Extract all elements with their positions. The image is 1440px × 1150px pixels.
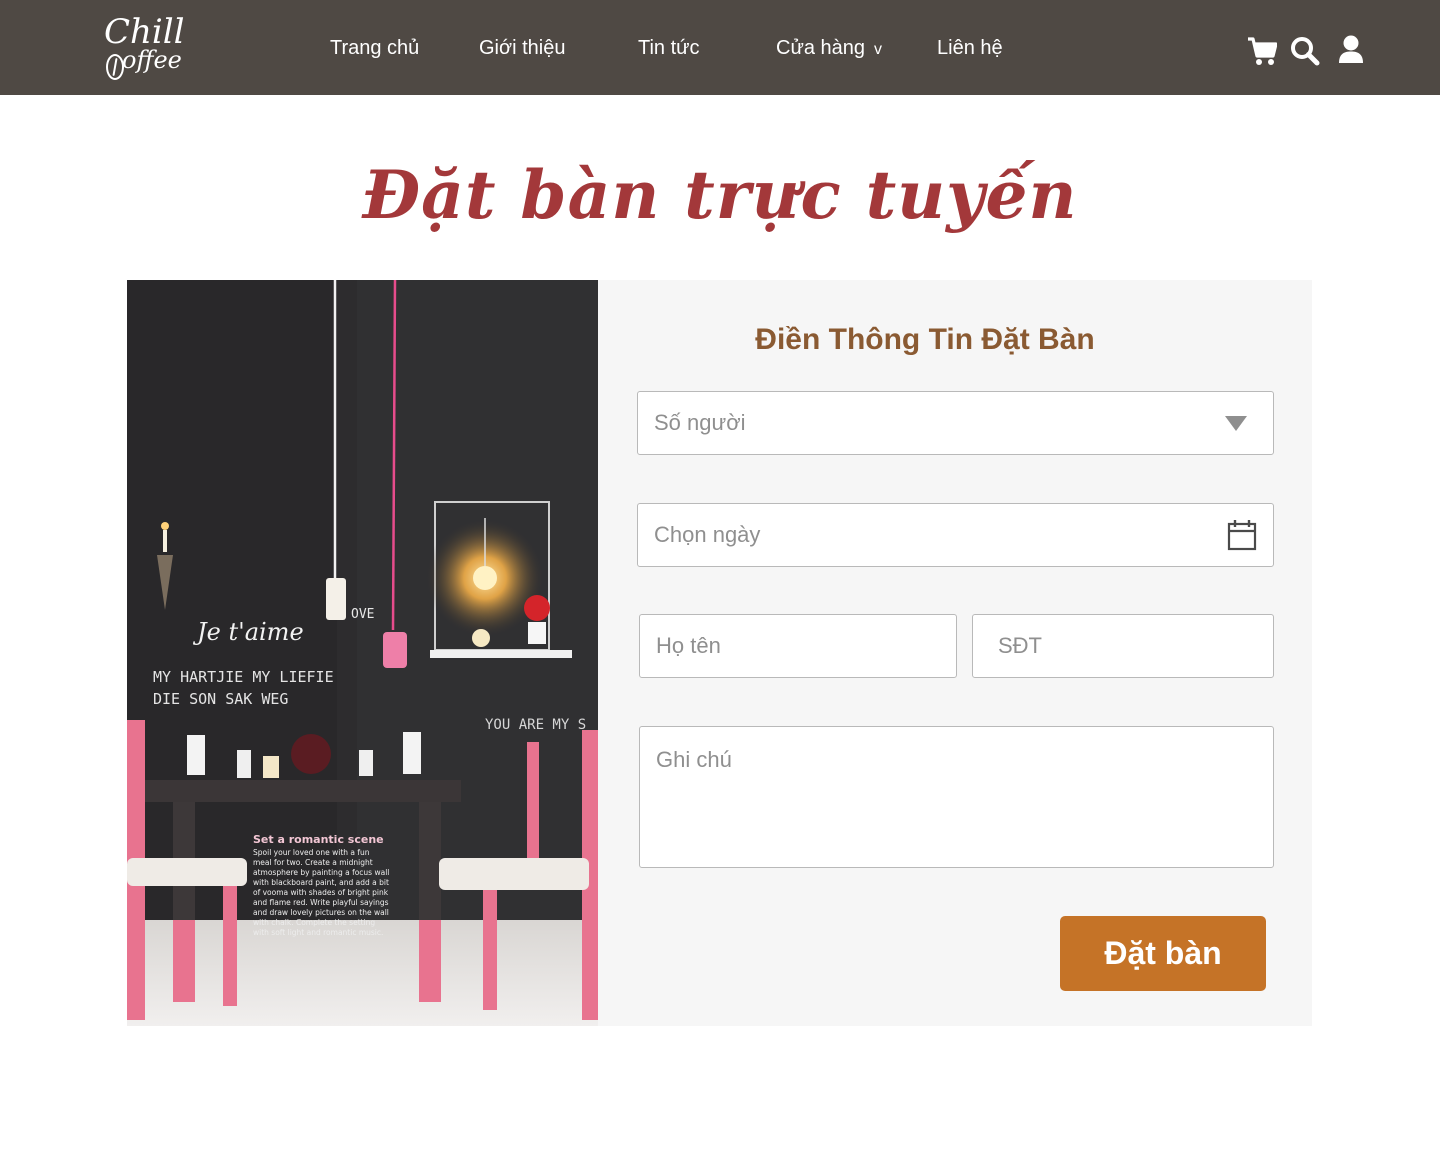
phone-field[interactable]: SĐT (972, 614, 1274, 678)
chevron-down-icon[interactable]: v (874, 40, 882, 60)
caption-line: Spoil your loved one with a fun (253, 848, 370, 857)
nav-item-contact[interactable]: Liên hệ (937, 34, 1003, 62)
user-icon[interactable] (1337, 34, 1367, 66)
date-picker-field[interactable]: Chọn ngày (637, 503, 1274, 567)
caption-line: atmosphere by painting a focus wall (253, 868, 389, 877)
page-title: Đặt bàn trực tuyến (362, 156, 1078, 234)
nav-item-about[interactable]: Giới thiệu (479, 34, 565, 62)
nav-item-home[interactable]: Trang chủ (330, 34, 419, 62)
nav-item-store[interactable]: Cửa hàng (776, 34, 865, 62)
reserve-button[interactable]: Đặt bàn (1060, 916, 1266, 991)
nav-item-news[interactable]: Tin tức (638, 34, 700, 62)
caption-title: Set a romantic scene (253, 833, 384, 846)
people-count-select[interactable]: Số người (637, 391, 1274, 455)
calendar-icon[interactable] (1227, 519, 1257, 551)
people-count-placeholder: Số người (654, 410, 746, 435)
form-title: Điền Thông Tin Đặt Bàn (755, 323, 1095, 356)
chalk-jetaime-text: Je t'aime (192, 618, 304, 646)
name-field[interactable]: Họ tên (639, 614, 957, 678)
caption-line: meal for two. Create a midnight (253, 858, 373, 867)
cart-icon[interactable] (1247, 34, 1278, 66)
search-icon[interactable] (1290, 34, 1320, 66)
chalk-line3-text: YOU ARE MY S (485, 717, 586, 733)
caption-line: and draw lovely pictures on the wall (253, 908, 389, 917)
caption-line: with chalk. Complete the setting (253, 918, 375, 927)
caption-line: and flame red. Write playful sayings (253, 898, 389, 907)
caption-line: of vooma with shades of bright pink (253, 888, 389, 897)
chalk-love-text: OVE (351, 607, 374, 622)
logo-text-line2: offee (122, 46, 182, 74)
date-placeholder: Chọn ngày (654, 522, 761, 547)
brand-logo[interactable]: Chill offee (104, 12, 185, 84)
note-placeholder: Ghi chú (656, 747, 732, 772)
chalk-line1-text: MY HARTJIE MY LIEFIE (153, 668, 334, 686)
top-navbar (0, 0, 1440, 95)
phone-placeholder: SĐT (998, 633, 1042, 658)
caption-line: with soft light and romantic music. (253, 928, 383, 937)
dropdown-arrow-icon (1225, 416, 1247, 431)
caption-line: with blackboard paint, and add a bit (253, 878, 389, 887)
chalk-line2-text: DIE SON SAK WEG (153, 690, 288, 708)
name-placeholder: Họ tên (656, 633, 721, 658)
note-textarea[interactable]: Ghi chú (639, 726, 1274, 868)
cafe-table-photo: OVE Je t'aime MY HARTJIE MY LIEFIE DIE S… (127, 280, 598, 1026)
